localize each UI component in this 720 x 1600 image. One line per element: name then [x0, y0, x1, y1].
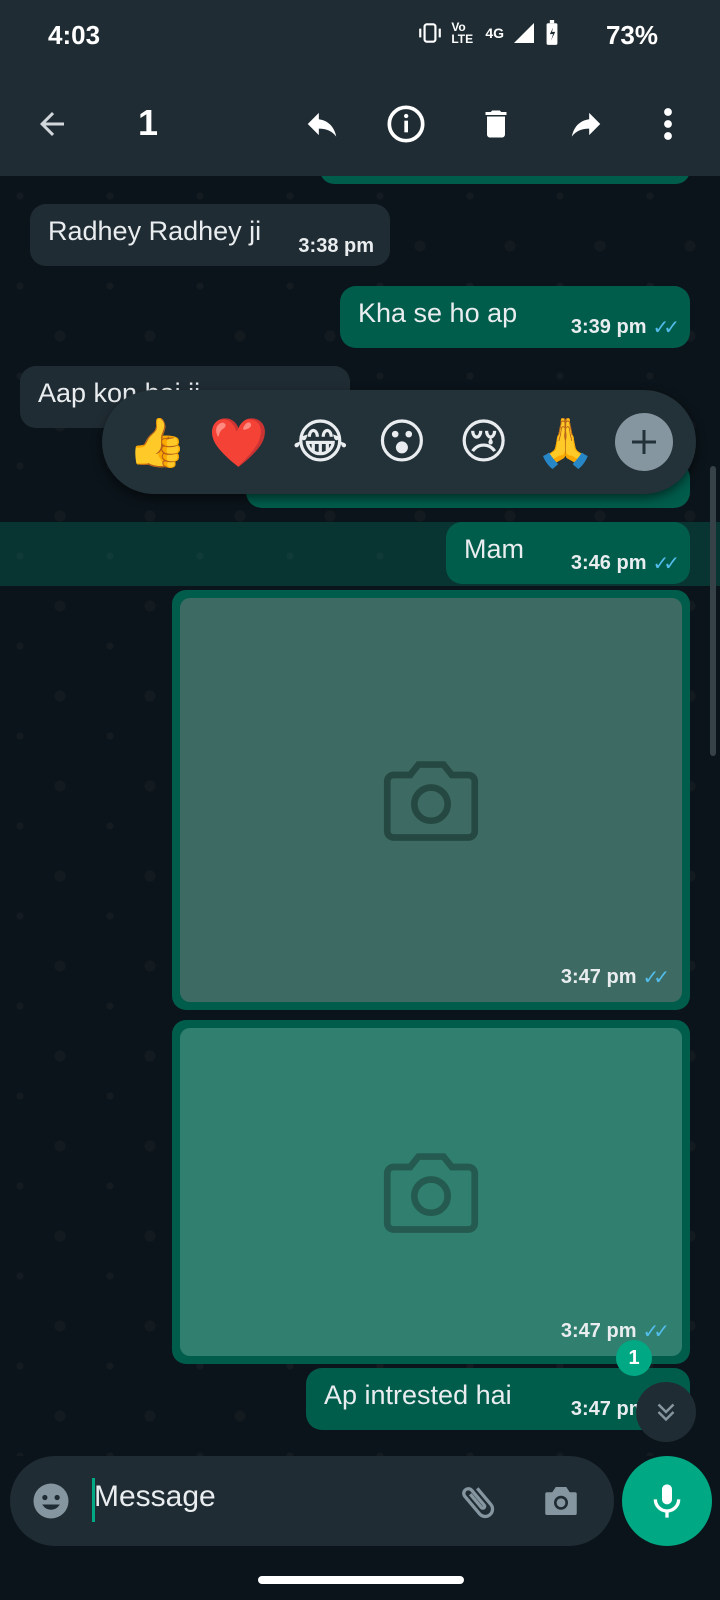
battery-icon [546, 20, 558, 45]
delete-icon [485, 110, 507, 138]
chat-area[interactable]: Radhey Radhey ji 3:38 pm Kha se ho ap 3:… [0, 176, 720, 1456]
read-ticks-icon: ✓✓ [642, 1321, 669, 1343]
scroll-to-bottom-button[interactable] [636, 1382, 696, 1442]
network-label: 4G [485, 25, 504, 41]
selected-count: 1 [138, 102, 159, 143]
battery-percent: 73% [605, 20, 658, 50]
message-bubble-partial[interactable] [320, 176, 690, 184]
volte-label: Vo LTE [451, 20, 474, 46]
more-vert-icon [664, 108, 672, 140]
message-text: Ap intrested hai [324, 1380, 512, 1410]
unread-count-badge: 1 [616, 1340, 652, 1376]
camera-icon[interactable] [540, 1480, 582, 1522]
forward-icon [571, 112, 601, 137]
reaction-picker: 👍 ❤️ 😂 😮 😢 🙏 [102, 390, 696, 494]
reply-button[interactable] [292, 94, 352, 154]
message-text: Mam [464, 534, 524, 564]
info-icon [387, 105, 425, 143]
message-meta: 3:47 pm✓✓ [560, 1319, 670, 1344]
message-time: 3:47 pm [560, 966, 637, 988]
reaction-laugh[interactable]: 😂 [288, 410, 352, 474]
back-button[interactable] [22, 94, 82, 154]
more-reactions-button[interactable] [615, 413, 674, 471]
message-meta: 3:38 pm [298, 235, 374, 258]
message-text: Radhey Radhey ji [48, 216, 262, 246]
camera-icon [383, 1153, 479, 1233]
reaction-pray[interactable]: 🙏 [533, 410, 597, 474]
reaction-thumbs-up[interactable]: 👍 [125, 410, 189, 474]
image-message[interactable]: 3:47 pm ✓✓ [172, 1020, 690, 1364]
scrollbar[interactable] [710, 466, 716, 756]
status-time: 4:03 [48, 20, 101, 50]
signal-icon [514, 23, 534, 43]
microphone-icon [653, 1484, 681, 1518]
message-time: 3:46 pm [570, 552, 647, 574]
message-bubble-outgoing[interactable]: Ap intrested hai 3:47 pm✓✓ [306, 1368, 690, 1430]
read-ticks-icon: ✓✓ [652, 553, 679, 575]
message-meta: 3:46 pm ✓✓ [570, 551, 680, 576]
forward-button[interactable] [556, 94, 616, 154]
image-message[interactable]: 3:47 pm ✓✓ [172, 590, 690, 1010]
selection-toolbar: 1 [0, 72, 720, 176]
message-bubble-outgoing[interactable]: Kha se ho ap 3:39 pm ✓✓ [340, 286, 690, 348]
message-time: 3:38 pm [298, 235, 374, 257]
vibrate-icon [419, 23, 442, 43]
voice-record-button[interactable] [622, 1456, 712, 1546]
read-ticks-icon: ✓✓ [642, 967, 669, 989]
delete-button[interactable] [466, 94, 526, 154]
plus-icon [632, 430, 657, 454]
reply-icon [307, 112, 337, 137]
reaction-heart[interactable]: ❤️ [207, 410, 271, 474]
more-options-button[interactable] [648, 94, 688, 154]
message-text: Kha se ho ap [358, 298, 518, 328]
status-icons: Vo LTE 4G [417, 20, 560, 46]
message-time: 3:39 pm [570, 316, 647, 338]
message-bubble-incoming[interactable]: Radhey Radhey ji 3:38 pm [30, 204, 390, 266]
camera-icon [383, 761, 479, 841]
emoji-icon[interactable] [30, 1480, 72, 1522]
message-time: 3:47 pm [560, 1320, 637, 1342]
reaction-surprised[interactable]: 😮 [370, 410, 434, 474]
message-input[interactable]: Message [94, 1480, 216, 1514]
back-arrow-icon [40, 112, 64, 136]
double-chevron-down-icon [657, 1403, 675, 1422]
message-meta: 3:47 pm✓✓ [560, 965, 670, 990]
status-bar: 4:03 Vo LTE 4G 73% [0, 0, 720, 72]
reaction-sad[interactable]: 😢 [452, 410, 516, 474]
image-placeholder[interactable]: 3:47 pm ✓✓ [180, 1028, 682, 1356]
info-button[interactable] [376, 94, 436, 154]
image-placeholder[interactable]: 3:47 pm ✓✓ [180, 598, 682, 1002]
navigation-handle[interactable] [258, 1576, 464, 1584]
read-ticks-icon: ✓✓ [652, 317, 679, 339]
message-bubble-outgoing-selected[interactable]: Mam 3:46 pm ✓✓ [446, 522, 690, 584]
attach-icon[interactable] [456, 1480, 500, 1524]
message-meta: 3:39 pm ✓✓ [570, 315, 680, 340]
message-composer: Message [10, 1456, 614, 1546]
